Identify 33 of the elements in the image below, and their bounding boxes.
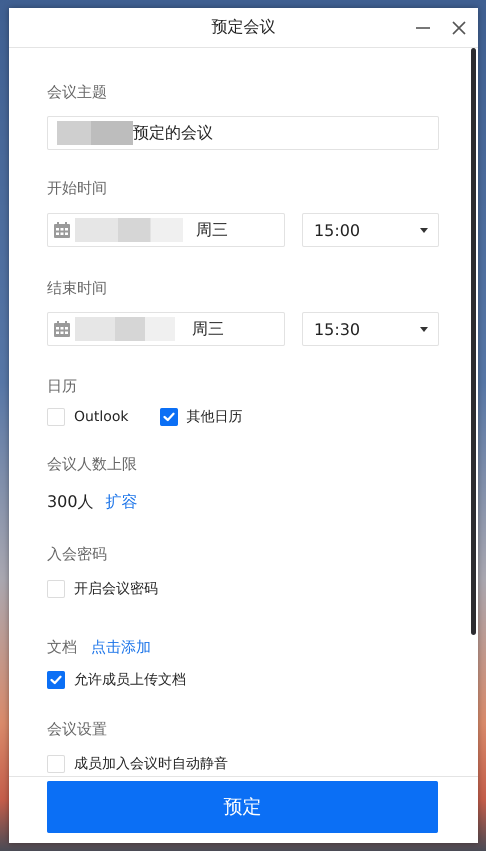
checkbox-label[interactable]: 成员加入会议时自动静音 — [74, 755, 228, 773]
date-field[interactable]: 周三 — [47, 312, 285, 346]
book-button[interactable]: 预定 — [47, 781, 438, 833]
calendar-icon[interactable] — [53, 320, 71, 338]
section-label: 会议主题 — [47, 82, 107, 102]
checkbox-label[interactable]: 允许成员上传文档 — [74, 671, 186, 689]
expand-link[interactable]: 扩容 — [106, 492, 138, 512]
dropdown-caret-icon — [420, 326, 428, 332]
checkmark-icon — [162, 412, 175, 422]
capacity-value: 300人 — [47, 492, 94, 512]
subject-field[interactable]: 预定的会议 — [47, 116, 439, 150]
checkbox[interactable] — [47, 671, 65, 689]
section-label: 结束时间 — [47, 278, 107, 298]
dropdown-caret-icon — [420, 228, 428, 232]
checkmark-icon — [50, 675, 62, 685]
section-label: 会议人数上限 — [47, 454, 137, 474]
section-label: 会议设置 — [47, 719, 107, 739]
checkbox-label[interactable]: Outlook — [74, 409, 129, 425]
close-icon[interactable] — [451, 20, 467, 36]
scrollbar[interactable] — [471, 48, 476, 635]
date-field[interactable]: 周三 — [47, 213, 285, 247]
section-label: 文档 — [47, 637, 77, 657]
window-title: 预定会议 — [212, 17, 276, 38]
time-dropdown[interactable]: 15:30 — [302, 312, 439, 346]
section-label: 日历 — [47, 376, 77, 396]
checkbox[interactable] — [160, 408, 178, 426]
calendar-icon[interactable] — [53, 221, 71, 239]
time-dropdown[interactable]: 15:00 — [302, 213, 439, 247]
checkbox-label[interactable]: 其他日历 — [186, 408, 243, 426]
add-link[interactable]: 点击添加 — [91, 637, 151, 657]
section-label: 开始时间 — [47, 178, 107, 198]
section-label: 入会密码 — [47, 544, 107, 564]
checkbox-label[interactable]: 开启会议密码 — [74, 580, 158, 598]
